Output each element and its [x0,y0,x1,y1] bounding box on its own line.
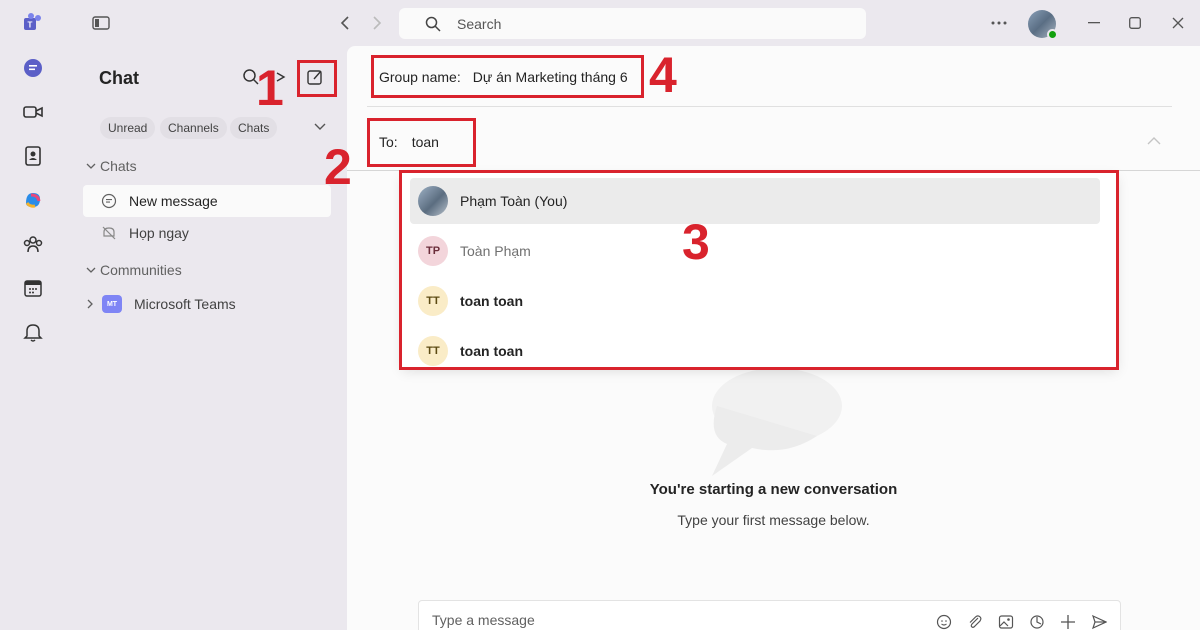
chat-item-new-message[interactable]: New message [83,185,331,217]
maximize-icon[interactable] [1124,12,1146,34]
filter-more-chevron-down-icon[interactable] [314,123,326,131]
calendar-icon[interactable] [21,276,45,300]
filter-chats[interactable]: Chats [230,117,278,139]
emoji-icon[interactable] [935,613,953,630]
compose-toolbar [935,613,1108,630]
copilot-icon[interactable] [21,188,45,212]
loop-icon[interactable] [1028,613,1046,630]
chevron-right-icon [87,299,93,309]
chat-list-pane: Chat Unread Channels Chats Chats New mes… [66,46,347,630]
section-communities[interactable]: Communities [86,262,182,278]
video-icon[interactable] [21,100,45,124]
annotation-box-2 [367,118,476,167]
pane-title: Chat [99,68,139,88]
search-placeholder: Search [457,15,502,32]
image-icon[interactable] [997,613,1015,630]
meeting-muted-icon [102,226,116,240]
chat-item-label: New message [129,193,218,209]
empty-state-title: You're starting a new conversation [649,481,898,498]
conversation-bubble-illustration [712,368,842,476]
chevron-down-icon [86,267,96,273]
annotation-number-2: 2 [324,139,352,195]
forward-arrow-icon[interactable] [366,12,388,34]
annotation-number-1: 1 [256,60,284,116]
community-label: Microsoft Teams [134,296,236,312]
chevron-down-icon [86,163,96,169]
annotation-number-4: 4 [649,47,677,103]
communities-icon[interactable] [21,232,45,256]
section-chats[interactable]: Chats [86,158,137,174]
title-bar: Search [0,0,1200,46]
attach-icon[interactable] [966,613,984,630]
close-icon[interactable] [1167,12,1189,34]
minimize-icon[interactable] [1083,12,1105,34]
back-arrow-icon[interactable] [334,12,356,34]
annotation-box-1 [297,60,337,97]
community-item-microsoft-teams[interactable]: MT Microsoft Teams [86,288,334,320]
contacts-icon[interactable] [21,144,45,168]
more-options-icon[interactable] [988,12,1010,34]
app-rail: T [0,0,66,630]
filter-channels[interactable]: Channels [160,117,227,139]
chat-item-label: Họp ngay [129,225,189,241]
profile-avatar[interactable] [1028,10,1058,40]
annotation-box-3 [399,170,1119,370]
search-bar[interactable]: Search [399,8,866,39]
chat-icon[interactable] [21,56,45,80]
section-chats-label: Chats [100,158,137,174]
empty-state-subtitle: Type your first message below. [677,512,870,528]
bell-icon[interactable] [21,320,45,344]
chat-item-hop-ngay[interactable]: Họp ngay [83,217,331,249]
chevron-up-icon[interactable] [1147,132,1161,148]
community-badge: MT [102,295,122,313]
compose-placeholder: Type a message [432,612,535,628]
filter-unread[interactable]: Unread [100,117,156,139]
send-icon[interactable] [1090,613,1108,630]
search-icon [425,16,441,32]
annotation-box-4 [371,55,644,98]
divider [367,106,1172,107]
compose-box[interactable]: Type a message [418,600,1121,630]
new-message-icon [101,193,117,209]
presence-available-icon [1047,29,1058,40]
sidebar-toggle-icon[interactable] [90,12,112,34]
annotation-number-3: 3 [682,214,710,270]
plus-icon[interactable] [1059,613,1077,630]
section-communities-label: Communities [100,262,182,278]
